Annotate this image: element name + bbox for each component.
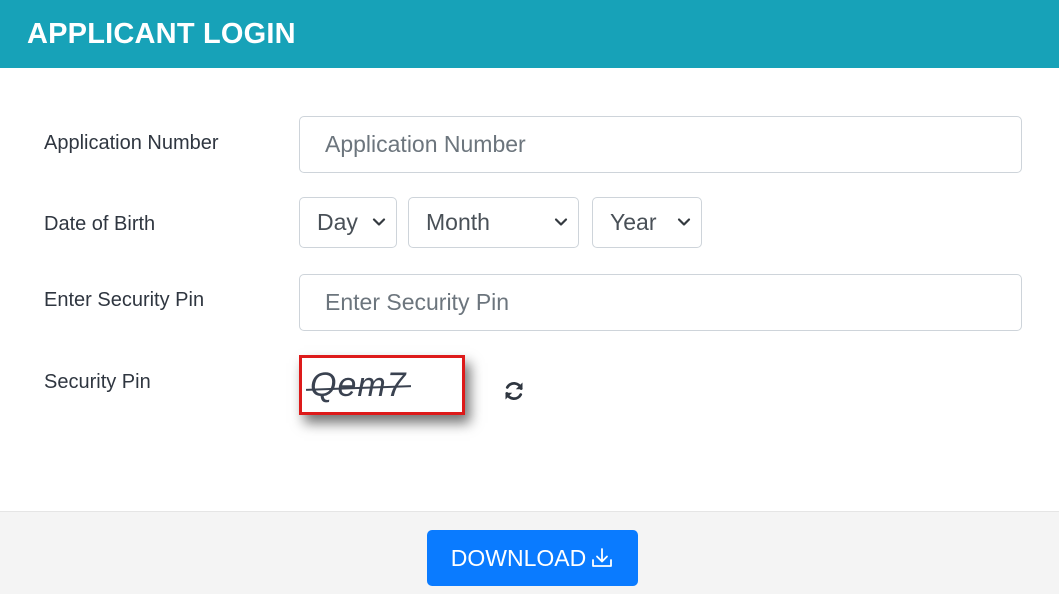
day-select-value: Day [317,209,358,235]
download-icon [592,548,613,567]
page-title: APPLICANT LOGIN [27,17,296,50]
page-header: APPLICANT LOGIN [0,0,1059,68]
year-select-value: Year [610,209,657,235]
chevron-down-icon [677,218,691,226]
security-pin-label: Security Pin [44,371,151,393]
captcha-image: Qem7 [299,355,465,415]
refresh-icon[interactable] [502,379,526,403]
security-pin-input-label: Enter Security Pin [44,289,205,311]
year-select[interactable]: Year [592,197,702,248]
chevron-down-icon [372,218,386,226]
chevron-down-icon [554,218,568,226]
application-number-label: Application Number [44,132,219,154]
form-footer: DOWNLOAD [0,511,1059,594]
month-select-value: Month [426,209,490,235]
day-select[interactable]: Day [299,197,397,248]
download-button[interactable]: DOWNLOAD [427,530,638,586]
security-pin-input[interactable] [299,274,1022,331]
month-select[interactable]: Month [408,197,579,248]
application-number-input[interactable] [299,116,1022,173]
date-of-birth-selects: Day Month Year [0,197,1059,248]
download-button-label: DOWNLOAD [450,544,587,571]
